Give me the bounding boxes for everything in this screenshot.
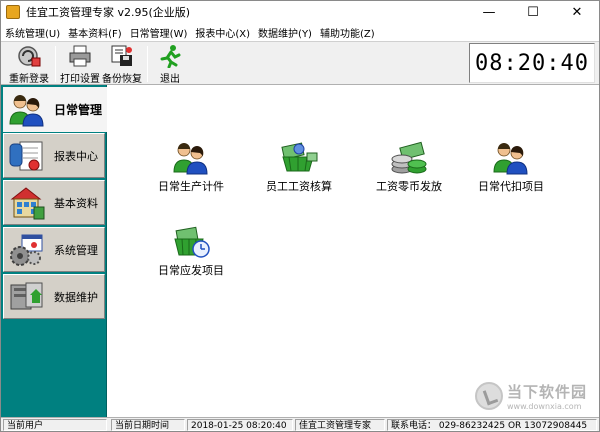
maximize-button[interactable]: ☐ (511, 1, 555, 23)
window-controls: — ☐ ✕ (467, 1, 599, 23)
exit-button[interactable]: 退出 (151, 43, 189, 85)
toolbar-separator (55, 46, 56, 82)
menu-bar: 系统管理(U) 基本资料(F) 日常管理(W) 报表中心(X) 数据维护(Y) … (1, 23, 599, 41)
tile-label: 员工工资核算 (266, 180, 332, 193)
print-setup-button[interactable]: 打印设置 (59, 43, 101, 85)
people-icon (171, 141, 211, 175)
sidebar-item-data-maintenance[interactable]: 数据维护 (3, 274, 105, 319)
tile-daily-payables[interactable]: 日常应发项目 (141, 225, 241, 281)
close-button[interactable]: ✕ (555, 1, 599, 23)
menu-system[interactable]: 系统管理(U) (1, 25, 64, 40)
tile-daily-piecework[interactable]: 日常生产计件 (141, 141, 241, 197)
menu-auxiliary[interactable]: 辅助功能(Z) (316, 25, 379, 40)
sidebar-item-reports[interactable]: 报表中心 (3, 133, 105, 178)
menu-basic-info[interactable]: 基本资料(F) (64, 25, 126, 40)
sidebar-item-label: 系统管理 (54, 243, 98, 257)
printer-icon (68, 44, 92, 68)
sidebar-item-label: 日常管理 (54, 103, 103, 117)
sidebar-item-label: 基本资料 (54, 196, 98, 210)
window-title: 佳宜工资管理专家 v2.95(企业版) (26, 6, 191, 19)
exit-label: 退出 (160, 74, 180, 85)
app-logo-icon (6, 5, 20, 19)
money-clock-icon (171, 225, 211, 259)
watermark-url: www.downxia.com (506, 402, 582, 411)
watermark-title: 当下软件园 (506, 383, 587, 401)
tile-label: 日常代扣项目 (478, 180, 544, 193)
menu-data-maintenance[interactable]: 数据维护(Y) (254, 25, 316, 40)
backup-icon (110, 44, 134, 68)
sidebar-item-system[interactable]: 系统管理 (3, 227, 105, 272)
menu-daily[interactable]: 日常管理(W) (126, 25, 192, 40)
building-icon (8, 185, 46, 221)
tile-daily-deductions[interactable]: 日常代扣项目 (461, 141, 561, 197)
watermark: 当下软件园 www.downxia.com (474, 381, 587, 411)
sidebar-item-basic-info[interactable]: 基本资料 (3, 180, 105, 225)
relogin-icon (17, 44, 41, 68)
minimize-button[interactable]: — (467, 1, 511, 23)
sidebar: 日常管理 报表中心 基本资料 系统管理 数据维护 (1, 85, 107, 417)
tile-salary-calculation[interactable]: 员工工资核算 (249, 141, 349, 197)
watermark-logo-icon (474, 382, 503, 410)
report-icon (8, 138, 46, 174)
relogin-label: 重新登录 (9, 74, 49, 85)
money-basket-icon (279, 141, 319, 175)
title-bar[interactable]: 佳宜工资管理专家 v2.95(企业版) — ☐ ✕ (1, 1, 599, 23)
running-man-icon (158, 44, 182, 69)
gears-icon (8, 232, 46, 268)
people-icon (8, 92, 46, 128)
main-content: 日常生产计件 员工工资核算 工资零币发放 日常代扣项目 日常应发项目 (107, 85, 599, 417)
menu-reports[interactable]: 报表中心(X) (191, 25, 254, 40)
print-setup-label: 打印设置 (60, 74, 100, 85)
tile-label: 日常应发项目 (158, 264, 224, 277)
status-product: 佳宜工资管理专家 (295, 419, 385, 431)
people-icon (491, 141, 531, 175)
status-bar: 当前用户 当前日期时间 2018-01-25 08:20:40 佳宜工资管理专家… (1, 417, 599, 431)
tile-salary-coins[interactable]: 工资零币发放 (359, 141, 459, 197)
tile-label: 工资零币发放 (376, 180, 442, 193)
coins-icon (389, 141, 429, 175)
sidebar-item-label: 数据维护 (54, 290, 98, 304)
backup-restore-label: 备份恢复 (102, 74, 142, 85)
tile-label: 日常生产计件 (158, 180, 224, 193)
backup-restore-button[interactable]: 备份恢复 (101, 43, 143, 85)
status-datetime: 2018-01-25 08:20:40 (187, 419, 293, 431)
sidebar-item-label: 报表中心 (54, 149, 98, 163)
clock-display: 08:20:40 (469, 43, 595, 83)
status-contact: 联系电话： 029-86232425 OR 13072908445 (387, 419, 597, 431)
relogin-button[interactable]: 重新登录 (7, 43, 51, 85)
status-current-user: 当前用户 (3, 419, 107, 431)
app-window: 佳宜工资管理专家 v2.95(企业版) — ☐ ✕ 系统管理(U) 基本资料(F… (0, 0, 600, 432)
toolbar-separator (147, 46, 148, 82)
sidebar-item-daily[interactable]: 日常管理 (3, 87, 107, 132)
database-icon (8, 279, 46, 315)
status-date-label: 当前日期时间 (111, 419, 185, 431)
